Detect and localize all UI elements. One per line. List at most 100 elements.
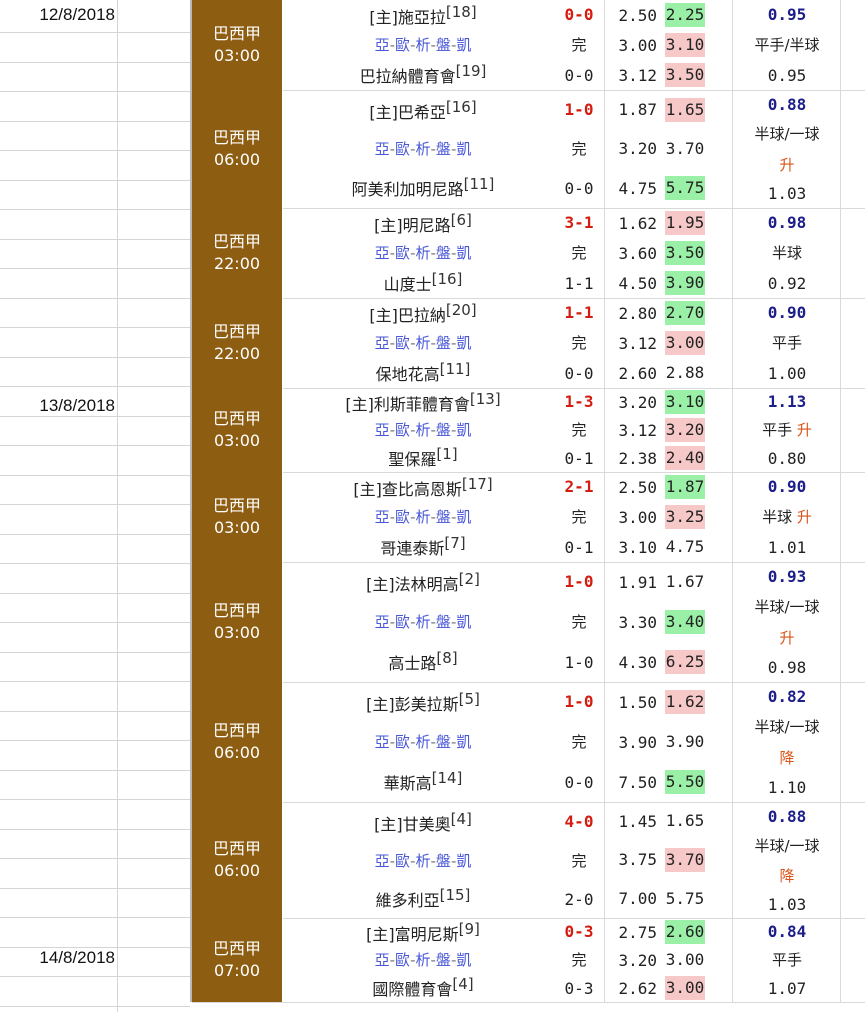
link-1[interactable]: 歐 bbox=[395, 334, 410, 352]
league-cell[interactable]: 巴西甲 03:00 bbox=[192, 472, 283, 562]
home-team[interactable]: [主]法林明高[2] bbox=[366, 570, 480, 595]
away-team[interactable]: 維多利亞[15] bbox=[376, 886, 471, 911]
handicap-odds-bottom: 1.03 bbox=[767, 894, 807, 914]
link-3[interactable]: 盤 bbox=[436, 421, 451, 439]
link-4[interactable]: 凱 bbox=[456, 733, 471, 751]
link-0[interactable]: 亞 bbox=[375, 36, 390, 54]
link-2[interactable]: 析 bbox=[415, 733, 430, 751]
link-1[interactable]: 歐 bbox=[395, 140, 410, 158]
home-team[interactable]: [主]施亞拉[18] bbox=[369, 3, 476, 28]
link-2[interactable]: 析 bbox=[415, 951, 430, 969]
link-0[interactable]: 亞 bbox=[375, 951, 390, 969]
link-4[interactable]: 凱 bbox=[456, 334, 471, 352]
live-odds: 3.70 bbox=[665, 138, 705, 158]
link-1[interactable]: 歐 bbox=[395, 733, 410, 751]
link-2[interactable]: 析 bbox=[415, 334, 430, 352]
league-cell[interactable]: 巴西甲 06:00 bbox=[192, 802, 283, 918]
home-team[interactable]: [主]富明尼斯[9] bbox=[366, 920, 480, 945]
odds-row: 3.12 3.50 bbox=[605, 62, 733, 88]
link-0[interactable]: 亞 bbox=[375, 613, 390, 631]
link-3[interactable]: 盤 bbox=[436, 140, 451, 158]
home-team[interactable]: [主]明尼路[6] bbox=[374, 211, 472, 236]
link-0[interactable]: 亞 bbox=[375, 140, 390, 158]
home-team[interactable]: [主]巴拉納[20] bbox=[369, 301, 476, 326]
away-team[interactable]: 華斯高[14] bbox=[384, 769, 463, 794]
link-2[interactable]: 析 bbox=[415, 421, 430, 439]
away-team[interactable]: 哥連泰斯[7] bbox=[380, 534, 465, 559]
link-3[interactable]: 盤 bbox=[436, 334, 451, 352]
sheet-row-line bbox=[0, 622, 190, 623]
link-3[interactable]: 盤 bbox=[436, 852, 451, 870]
home-team[interactable]: [主]甘美奧[4] bbox=[374, 810, 472, 835]
handicap-line: 半球/一球 bbox=[754, 835, 819, 856]
half-time-score: 0-1 bbox=[564, 537, 594, 557]
home-team-rank: [16] bbox=[445, 97, 477, 116]
link-2[interactable]: 析 bbox=[415, 140, 430, 158]
link-4[interactable]: 凱 bbox=[456, 951, 471, 969]
away-team[interactable]: 山度士[16] bbox=[384, 270, 463, 295]
league-cell[interactable]: 巴西甲 03:00 bbox=[192, 562, 283, 682]
home-team[interactable]: [主]巴希亞[16] bbox=[369, 98, 476, 123]
link-1[interactable]: 歐 bbox=[395, 421, 410, 439]
odds-row: 4.75 5.75 bbox=[605, 175, 733, 201]
sheet-row-line bbox=[0, 976, 190, 977]
link-1[interactable]: 歐 bbox=[395, 613, 410, 631]
link-0[interactable]: 亞 bbox=[375, 852, 390, 870]
opening-odds: 3.00 bbox=[618, 35, 657, 55]
league-cell[interactable]: 巴西甲 06:00 bbox=[192, 682, 283, 802]
home-team[interactable]: [主]利斯菲體育會[13] bbox=[345, 390, 500, 415]
live-odds: 3.00 bbox=[665, 976, 705, 1000]
link-4[interactable]: 凱 bbox=[456, 508, 471, 526]
link-3[interactable]: 盤 bbox=[436, 613, 451, 631]
opening-odds: 3.75 bbox=[618, 850, 657, 870]
league-cell[interactable]: 巴西甲 06:00 bbox=[192, 90, 283, 208]
link-3[interactable]: 盤 bbox=[436, 733, 451, 751]
link-0[interactable]: 亞 bbox=[375, 733, 390, 751]
link-0[interactable]: 亞 bbox=[375, 334, 390, 352]
away-team[interactable]: 聖保羅[1] bbox=[388, 445, 457, 470]
link-2[interactable]: 析 bbox=[415, 36, 430, 54]
link-4[interactable]: 凱 bbox=[456, 36, 471, 54]
league-cell[interactable]: 巴西甲 22:00 bbox=[192, 298, 283, 388]
link-1[interactable]: 歐 bbox=[395, 244, 410, 262]
link-2[interactable]: 析 bbox=[415, 508, 430, 526]
match-row: 巴西甲 06:00 [主]甘美奧[4] 亞-歐-析-盤-凱 維多利亞[15] 4-0 完 2-… bbox=[192, 802, 865, 919]
link-4[interactable]: 凱 bbox=[456, 244, 471, 262]
league-cell[interactable]: 巴西甲 07:00 bbox=[192, 918, 283, 1002]
link-0[interactable]: 亞 bbox=[375, 421, 390, 439]
link-0[interactable]: 亞 bbox=[375, 508, 390, 526]
link-2[interactable]: 析 bbox=[415, 244, 430, 262]
link-3[interactable]: 盤 bbox=[436, 244, 451, 262]
away-team[interactable]: 國際體育會[4] bbox=[372, 975, 473, 1000]
link-2[interactable]: 析 bbox=[415, 613, 430, 631]
link-1[interactable]: 歐 bbox=[395, 36, 410, 54]
opening-odds: 3.12 bbox=[618, 420, 657, 440]
link-2[interactable]: 析 bbox=[415, 852, 430, 870]
away-team[interactable]: 巴拉納體育會[19] bbox=[360, 62, 487, 87]
opening-odds: 7.00 bbox=[618, 889, 657, 909]
link-3[interactable]: 盤 bbox=[436, 36, 451, 54]
sheet-row-line bbox=[0, 180, 190, 181]
link-0[interactable]: 亞 bbox=[375, 244, 390, 262]
link-4[interactable]: 凱 bbox=[456, 421, 471, 439]
league-cell[interactable]: 巴西甲 22:00 bbox=[192, 208, 283, 298]
link-1[interactable]: 歐 bbox=[395, 508, 410, 526]
league-cell[interactable]: 巴西甲 03:00 bbox=[192, 0, 283, 90]
home-team-name: [主]查比高恩斯 bbox=[353, 480, 462, 500]
link-4[interactable]: 凱 bbox=[456, 613, 471, 631]
home-team[interactable]: [主]彭美拉斯[5] bbox=[366, 690, 480, 715]
analysis-links: 亞-歐-析-盤-凱 bbox=[375, 850, 472, 871]
league-cell[interactable]: 巴西甲 03:00 bbox=[192, 388, 283, 472]
link-1[interactable]: 歐 bbox=[395, 852, 410, 870]
home-team[interactable]: [主]查比高恩斯[17] bbox=[353, 475, 492, 500]
link-3[interactable]: 盤 bbox=[436, 951, 451, 969]
away-team[interactable]: 阿美利加明尼路[11] bbox=[352, 175, 495, 200]
link-4[interactable]: 凱 bbox=[456, 852, 471, 870]
away-team[interactable]: 保地花高[11] bbox=[376, 360, 471, 385]
away-team[interactable]: 高士路[8] bbox=[388, 649, 457, 674]
link-1[interactable]: 歐 bbox=[395, 951, 410, 969]
full-time-score: 1-0 bbox=[564, 99, 594, 119]
link-3[interactable]: 盤 bbox=[436, 508, 451, 526]
link-4[interactable]: 凱 bbox=[456, 140, 471, 158]
sheet-row-line bbox=[0, 445, 190, 446]
